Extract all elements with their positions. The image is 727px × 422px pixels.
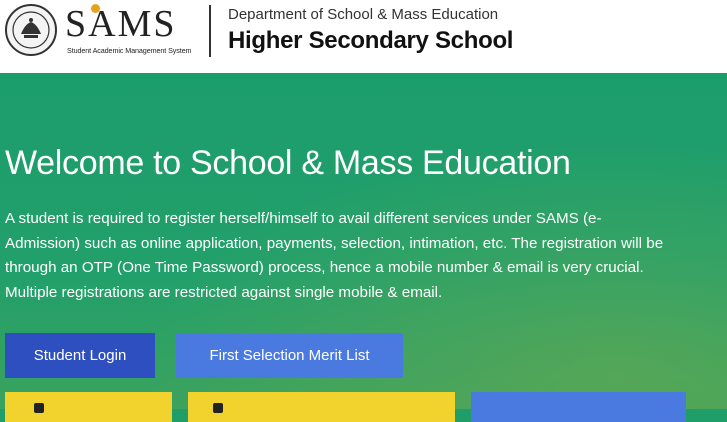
odisha-emblem-icon bbox=[5, 4, 57, 56]
logo-text: SAMS bbox=[65, 3, 177, 45]
first-merit-list-button[interactable]: First Selection Merit List bbox=[176, 333, 403, 378]
department-name: Department of School & Mass Education bbox=[228, 6, 499, 23]
school-type-title: Higher Secondary School bbox=[228, 27, 514, 54]
info-icon bbox=[212, 401, 224, 413]
welcome-heading: Welcome to School & Mass Education bbox=[5, 144, 571, 182]
sams-logo[interactable]: SAMS Student Academic Management System bbox=[65, 2, 192, 60]
student-login-button[interactable]: Student Login bbox=[5, 333, 155, 378]
site-header: SAMS Student Academic Management System … bbox=[0, 0, 727, 73]
header-divider bbox=[209, 5, 211, 57]
intro-line: A student is required to register hersel… bbox=[5, 210, 602, 227]
logo-subtitle: Student Academic Management System bbox=[67, 46, 192, 55]
intro-line: Multiple registrations are restricted ag… bbox=[5, 283, 443, 301]
logo-dot bbox=[91, 4, 100, 13]
yellow-button-2[interactable] bbox=[188, 392, 455, 422]
info-icon bbox=[33, 401, 45, 413]
blue-button-3[interactable] bbox=[471, 392, 686, 422]
yellow-button-1[interactable] bbox=[5, 392, 172, 422]
intro-paragraph: A student is required to register hersel… bbox=[5, 207, 727, 305]
intro-line: through an OTP (One Time Password) proce… bbox=[5, 259, 644, 276]
intro-line: Admission) such as online application, p… bbox=[5, 234, 664, 252]
